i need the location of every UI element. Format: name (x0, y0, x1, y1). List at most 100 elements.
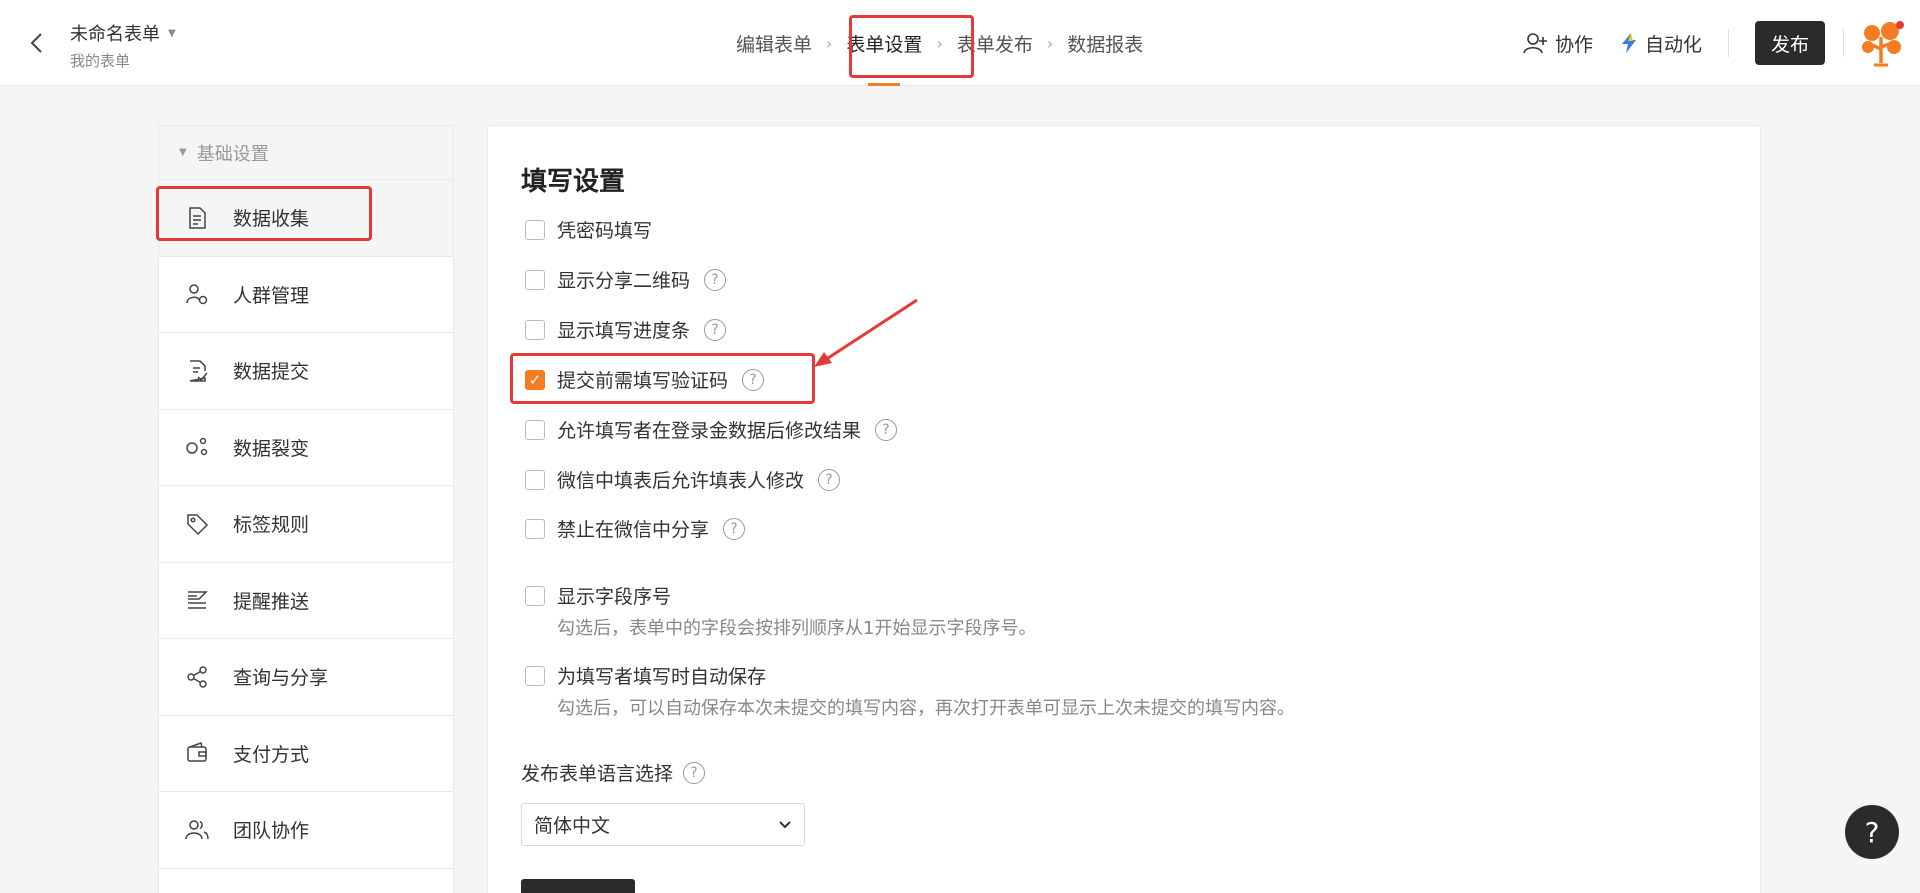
login-edit-checkbox[interactable] (525, 419, 545, 440)
language-label-row: 发布表单语言选择 ? (521, 759, 706, 786)
sidebar-item-reminder[interactable]: 提醒推送 (159, 563, 453, 639)
help-icon[interactable]: ? (704, 318, 727, 341)
option-field-number: 显示字段序号 (525, 582, 671, 609)
field-number-checkbox[interactable] (525, 585, 545, 606)
add-user-icon (1523, 33, 1547, 54)
save-button[interactable] (521, 879, 635, 893)
help-icon[interactable]: ? (818, 468, 841, 491)
help-icon[interactable]: ? (683, 761, 706, 784)
help-icon[interactable]: ? (723, 517, 746, 540)
divider (1843, 29, 1844, 57)
share-qrcode-checkbox[interactable] (525, 269, 545, 290)
sidebar-item-tag-rules[interactable]: 标签规则 (159, 486, 453, 563)
language-label: 发布表单语言选择 (521, 763, 674, 785)
option-login-edit: 允许填写者在登录金数据后修改结果 ? (525, 416, 898, 443)
option-label: 禁止在微信中分享 (557, 519, 710, 541)
sidebar-item-label: 提醒推送 (233, 590, 310, 613)
section-title: 填写设置 (521, 167, 626, 197)
chevron-right-icon: › (936, 33, 943, 53)
top-bar: 未命名表单 ▼ 我的表单 编辑表单 › 表单设置 › 表单发布 › 数据报表 协… (0, 0, 1920, 86)
submit-document-icon (189, 360, 208, 382)
chevron-right-icon: › (826, 33, 833, 53)
collab-button[interactable]: 协作 (1523, 30, 1593, 57)
help-icon[interactable]: ? (742, 368, 765, 391)
sidebar-item-label: 团队协作 (233, 820, 310, 843)
language-select[interactable]: 简体中文 (521, 803, 805, 846)
sidebar-item-team[interactable]: 团队协作 (159, 792, 453, 869)
collab-label: 协作 (1554, 33, 1593, 56)
publish-button[interactable]: 发布 (1754, 21, 1825, 65)
settings-panel: 填写设置 凭密码填写 显示分享二维码 ? 显示填写进度条 ? ✓ 提交前需填写验… (487, 125, 1761, 893)
option-label: 允许填写者在登录金数据后修改结果 (557, 420, 862, 442)
wallet-icon (187, 742, 207, 762)
chevron-right-icon: › (1046, 33, 1054, 53)
option-label: 凭密码填写 (557, 220, 653, 242)
back-arrow-icon[interactable] (22, 28, 52, 58)
form-subtitle: 我的表单 (70, 52, 131, 70)
option-wechat-no-share: 禁止在微信中分享 ? (525, 515, 746, 542)
sidebar-item-audience[interactable]: 人群管理 (159, 257, 453, 333)
caret-down-icon: ▼ (179, 147, 187, 158)
active-step-indicator (868, 83, 901, 86)
sidebar-item-label: 人群管理 (233, 284, 310, 307)
option-password: 凭密码填写 (525, 216, 652, 243)
step-nav: 编辑表单 › 表单设置 › 表单发布 › 数据报表 (728, 0, 1151, 86)
captcha-checkbox[interactable]: ✓ (525, 369, 545, 390)
step-edit-form[interactable]: 编辑表单 (728, 0, 820, 86)
automation-button[interactable]: 自动化 (1619, 30, 1702, 57)
floating-help-button[interactable]: ? (1845, 805, 1899, 859)
fission-icon (186, 438, 208, 456)
field-number-description: 勾选后，表单中的字段会按排列顺序从1开始显示字段序号。 (557, 618, 1037, 639)
team-icon (185, 820, 209, 839)
top-right-actions: 协作 自动化 发布 (1523, 0, 1920, 86)
language-value: 简体中文 (534, 815, 611, 837)
option-progress-bar: 显示填写进度条 ? (525, 316, 727, 343)
notification-dot (1896, 21, 1904, 29)
chevron-down-icon (779, 820, 791, 828)
option-label: 显示分享二维码 (557, 270, 691, 292)
wechat-no-share-checkbox[interactable] (525, 518, 545, 539)
caret-down-icon: ▼ (168, 27, 176, 39)
step-data-report[interactable]: 数据报表 (1059, 0, 1151, 86)
password-checkbox[interactable] (525, 219, 545, 240)
sidebar-item-data-collection[interactable]: 数据收集 (159, 180, 453, 257)
divider (1727, 29, 1729, 57)
step-form-settings[interactable]: 表单设置 (838, 0, 930, 86)
step-form-settings-label: 表单设置 (846, 33, 923, 56)
tag-icon (187, 514, 209, 535)
share-icon (187, 666, 207, 688)
option-wechat-edit: 微信中填表后允许填表人修改 ? (525, 466, 841, 493)
reminder-icon (188, 591, 208, 609)
auto-save-checkbox[interactable] (525, 665, 545, 686)
sidebar-item-label: 数据收集 (233, 208, 310, 231)
option-share-qrcode: 显示分享二维码 ? (525, 266, 727, 293)
help-icon[interactable]: ? (704, 268, 727, 291)
sidebar-item-label: 数据裂变 (233, 437, 310, 460)
sidebar-item-label: 标签规则 (233, 514, 310, 537)
document-icon (189, 207, 206, 229)
option-label: 微信中填表后允许填表人修改 (557, 470, 805, 492)
sidebar-item-data-submit[interactable]: 数据提交 (159, 333, 453, 410)
auto-save-description: 勾选后，可以自动保存本次未提交的填写内容，再次打开表单可显示上次未提交的填写内容… (557, 698, 1295, 719)
progress-bar-checkbox[interactable] (525, 319, 545, 340)
option-label: 为填写者填写时自动保存 (557, 666, 767, 688)
sidebar-item-data-fission[interactable]: 数据裂变 (159, 410, 453, 486)
help-icon[interactable]: ? (875, 418, 898, 441)
wechat-edit-checkbox[interactable] (525, 469, 545, 490)
option-label: 显示填写进度条 (557, 320, 691, 342)
sidebar-section-label: 基础设置 (196, 143, 269, 165)
sidebar-item-query-share[interactable]: 查询与分享 (159, 639, 453, 716)
option-auto-save: 为填写者填写时自动保存 (525, 662, 766, 689)
avatar[interactable] (1856, 17, 1908, 69)
form-title-dropdown[interactable]: 未命名表单 ▼ (70, 20, 176, 46)
sidebar-item-label: 查询与分享 (233, 667, 329, 690)
step-form-publish[interactable]: 表单发布 (949, 0, 1041, 86)
sidebar-item-label: 支付方式 (233, 743, 310, 766)
sidebar-section-header[interactable]: ▼ 基础设置 (159, 126, 453, 180)
sidebar-item-label: 数据提交 (233, 361, 310, 384)
option-label: 提交前需填写验证码 (557, 370, 729, 392)
option-label: 显示字段序号 (557, 586, 672, 608)
sidebar-item-payment[interactable]: 支付方式 (159, 716, 453, 792)
option-captcha: ✓ 提交前需填写验证码 ? (525, 366, 765, 393)
automation-label: 自动化 (1644, 33, 1702, 56)
